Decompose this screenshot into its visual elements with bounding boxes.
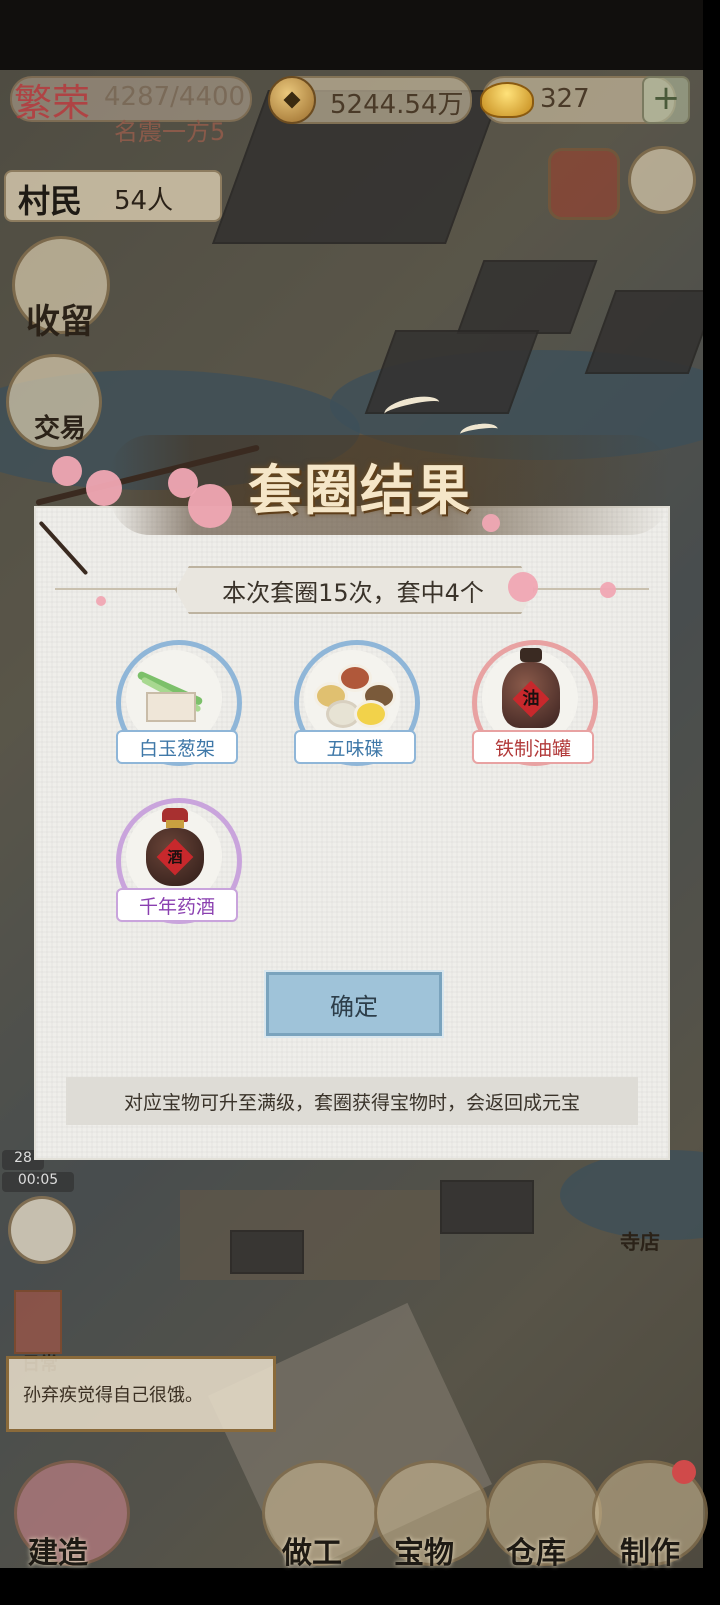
trade-label: 交易 bbox=[34, 414, 87, 444]
villagers-count: 54人 bbox=[114, 186, 174, 216]
plum-blossom-icon bbox=[52, 456, 82, 486]
modal-title: 套圈结果 bbox=[248, 457, 472, 522]
bottom-nav-craft: 制作 bbox=[620, 1536, 680, 1571]
prosperity-title: 繁荣 bbox=[14, 81, 91, 125]
item-label: 白玉葱架 bbox=[116, 730, 238, 764]
bottom-nav-work: 做工 bbox=[282, 1536, 342, 1571]
item-label: 铁制油罐 bbox=[472, 730, 594, 764]
medicinal-wine-icon: 酒 bbox=[144, 808, 206, 886]
copper-coin-icon bbox=[268, 76, 316, 124]
temple-shop-label[interactable]: 寺店 bbox=[620, 1226, 660, 1255]
add-ingots-button[interactable]: + bbox=[642, 76, 690, 124]
confirm-button[interactable]: 确定 bbox=[264, 970, 444, 1038]
ingots-value: 327 bbox=[540, 84, 590, 114]
reward-item[interactable]: 油 铁制油罐 bbox=[470, 640, 598, 766]
plum-blossom-icon bbox=[508, 572, 538, 602]
prosperity-rank: 名震一方5 bbox=[114, 118, 226, 146]
iron-oil-jar-icon: 油 bbox=[502, 648, 560, 728]
reward-item[interactable]: 酒 千年药酒 bbox=[114, 798, 242, 924]
chat-message: 孙弃疾觉得自己很饿。 bbox=[23, 1385, 203, 1406]
timer-bottom: 00:05 bbox=[2, 1172, 74, 1192]
scallion-rack-icon bbox=[136, 668, 210, 722]
five-flavor-dish-icon bbox=[314, 664, 396, 728]
plum-blossom-icon bbox=[96, 596, 106, 606]
oil-seal: 油 bbox=[522, 689, 540, 709]
item-label: 五味碟 bbox=[294, 730, 416, 764]
bottom-nav-treasure: 宝物 bbox=[394, 1536, 454, 1571]
notice-button[interactable] bbox=[548, 148, 620, 220]
settings-gear-icon[interactable] bbox=[628, 146, 696, 214]
coins-value: 5244.54万 bbox=[330, 90, 464, 120]
notification-dot-icon bbox=[672, 1460, 696, 1484]
plum-blossom-icon bbox=[600, 582, 616, 598]
reward-note: 对应宝物可升至满级，套圈获得宝物时，会返回成元宝 bbox=[66, 1077, 638, 1125]
bottom-nav-build: 建造 bbox=[28, 1536, 88, 1571]
avatar[interactable] bbox=[8, 1196, 76, 1264]
gold-ingot-icon bbox=[480, 82, 534, 118]
reward-item[interactable]: 五味碟 bbox=[292, 640, 420, 766]
villagers-panel[interactable]: 村民 54人 bbox=[4, 170, 222, 222]
plum-blossom-icon bbox=[86, 470, 122, 506]
item-label: 千年药酒 bbox=[116, 888, 238, 922]
daily-panel[interactable] bbox=[14, 1290, 62, 1354]
villagers-label: 村民 bbox=[18, 182, 83, 220]
wine-seal: 酒 bbox=[167, 848, 183, 866]
shelter-label: 收留 bbox=[26, 302, 94, 342]
reward-item[interactable]: 白玉葱架 bbox=[114, 640, 242, 766]
summary-text: 本次套圈15次，套中4个 bbox=[222, 578, 484, 607]
bottom-nav-warehouse: 仓库 bbox=[506, 1536, 566, 1571]
prosperity-value: 4287/4400 bbox=[104, 82, 246, 112]
chat-box[interactable]: 孙弃疾觉得自己很饿。 bbox=[6, 1356, 276, 1432]
